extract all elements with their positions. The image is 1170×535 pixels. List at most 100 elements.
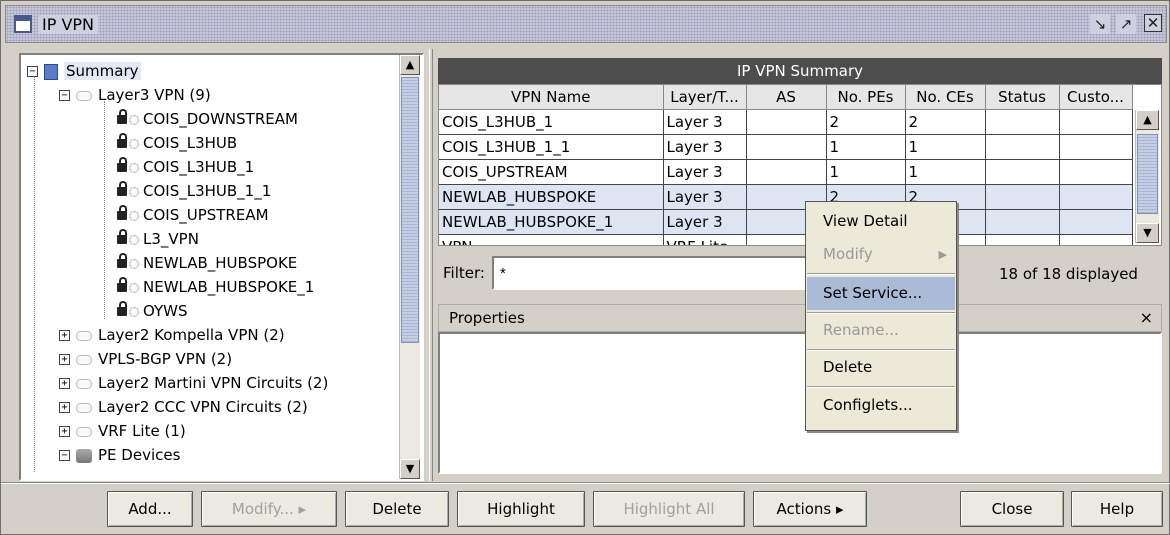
tree-item-vpn[interactable]: COIS_L3HUB_1_1	[117, 179, 271, 203]
tree-item-summary[interactable]: − Summary	[27, 59, 141, 83]
table-row[interactable]: COIS_UPSTREAM Layer 3 11	[439, 159, 1133, 185]
expand-icon[interactable]: +	[59, 330, 70, 341]
properties-header: Properties ×	[438, 304, 1162, 332]
tree-connector	[34, 77, 35, 472]
modify-button[interactable]: Modify... ▸	[201, 491, 337, 527]
tree-label: VPLS-BGP VPN (2)	[98, 350, 233, 368]
tree-label: COIS_UPSTREAM	[143, 206, 269, 224]
tree-item-vpls-bgp[interactable]: + VPLS-BGP VPN (2)	[59, 347, 232, 371]
close-button[interactable]: Close	[960, 491, 1064, 527]
vpn-cloud-icon	[129, 282, 139, 293]
expand-icon[interactable]: +	[59, 354, 70, 365]
tree-label: VRF Lite (1)	[98, 422, 186, 440]
collapse-icon[interactable]: −	[27, 66, 38, 77]
table-row[interactable]: VPNVRF Lite	[439, 234, 1133, 245]
column-header[interactable]: AS	[746, 85, 827, 110]
tree-scrollbar[interactable]: ▲ ▼	[399, 55, 420, 479]
tree-item-vpn[interactable]: OYWS	[117, 299, 188, 323]
context-menu: View Detail Modify ▶ Set Service... Rena…	[805, 201, 957, 431]
menu-item-set-service[interactable]: Set Service...	[807, 277, 955, 310]
menu-item-delete[interactable]: Delete	[807, 351, 955, 384]
menu-item-modify[interactable]: Modify ▶	[807, 238, 955, 271]
tree-item-layer2-ccc[interactable]: + Layer2 CCC VPN Circuits (2)	[59, 395, 308, 419]
vpn-table: VPN Name Layer/T... AS No. PEs No. CEs S…	[439, 85, 1133, 245]
column-header[interactable]: Custo...	[1059, 85, 1133, 110]
vpn-cloud-icon	[76, 378, 92, 389]
table-cell	[1059, 159, 1133, 185]
table-cell	[985, 184, 1060, 210]
scroll-up-icon[interactable]: ▲	[1136, 110, 1159, 130]
title-bar[interactable]: IP VPN ↘ ↗ ✕	[5, 5, 1167, 43]
filter-input[interactable]	[492, 256, 812, 290]
highlight-all-button[interactable]: Highlight All	[593, 491, 745, 527]
actions-button[interactable]: Actions ▸	[753, 491, 867, 527]
tree-item-vrf-lite[interactable]: + VRF Lite (1)	[59, 419, 186, 443]
menu-separator	[807, 273, 955, 275]
scroll-thumb[interactable]	[401, 77, 419, 343]
menu-item-rename[interactable]: Rename...	[807, 314, 955, 347]
scroll-down-icon[interactable]: ▼	[400, 459, 420, 479]
filter-label: Filter:	[443, 264, 485, 282]
highlight-button[interactable]: Highlight	[457, 491, 585, 527]
help-button[interactable]: Help	[1071, 491, 1163, 527]
delete-button[interactable]: Delete	[345, 491, 449, 527]
lock-icon	[117, 157, 127, 172]
close-icon[interactable]: ×	[1140, 305, 1153, 331]
summary-table[interactable]: VPN Name Layer/T... AS No. PEs No. CEs S…	[438, 84, 1162, 246]
tree-item-vpn[interactable]: COIS_L3HUB_1	[117, 155, 254, 179]
tree-item-vpn[interactable]: NEWLAB_HUBSPOKE_1	[117, 275, 314, 299]
tree-item-vpn[interactable]: COIS_DOWNSTREAM	[117, 107, 298, 131]
table-cell: 1	[826, 159, 906, 185]
table-cell: 1	[905, 134, 986, 160]
scroll-down-icon[interactable]: ▼	[1136, 223, 1159, 243]
tree-item-vpn[interactable]: L3_VPN	[117, 227, 199, 251]
table-cell	[746, 159, 827, 185]
add-button[interactable]: Add...	[107, 491, 193, 527]
tree-label: L3_VPN	[143, 230, 199, 248]
vpn-tree[interactable]: − Summary − Layer3 VPN (9) COIS_DOWNSTREAM…	[19, 53, 424, 481]
displayed-count: 18 of 18 displayed	[999, 265, 1138, 283]
scroll-thumb[interactable]	[1137, 134, 1158, 214]
scroll-up-icon[interactable]: ▲	[400, 55, 420, 75]
table-cell: 1	[905, 159, 986, 185]
tree-item-layer3-vpn[interactable]: − Layer3 VPN (9)	[59, 83, 211, 107]
menu-item-configlets[interactable]: Configlets...	[807, 389, 955, 422]
collapse-icon[interactable]: −	[59, 450, 70, 461]
expand-icon[interactable]: +	[59, 378, 70, 389]
tree-label: COIS_L3HUB_1	[143, 158, 255, 176]
table-row[interactable]: COIS_L3HUB_1_1 Layer 3 11	[439, 134, 1133, 160]
maximize-icon[interactable]: ↗	[1116, 14, 1136, 34]
close-icon[interactable]: ✕	[1144, 14, 1162, 32]
tree-item-vpn[interactable]: COIS_UPSTREAM	[117, 203, 269, 227]
tree-item-vpn[interactable]: COIS_L3HUB	[117, 131, 237, 155]
table-cell: COIS_L3HUB_1_1	[439, 134, 664, 160]
column-header[interactable]: Status	[985, 85, 1060, 110]
tree-item-vpn[interactable]: NEWLAB_HUBSPOKE	[117, 251, 297, 275]
table-row[interactable]: NEWLAB_HUBSPOKE Layer 322	[439, 184, 1133, 210]
expand-icon[interactable]: +	[59, 426, 70, 437]
vpn-cloud-icon	[129, 186, 139, 197]
table-row[interactable]: NEWLAB_HUBSPOKE_1 Layer 3	[439, 209, 1133, 235]
column-header[interactable]: No. PEs	[826, 85, 906, 110]
table-row[interactable]: COIS_L3HUB_1 Layer 3 22	[439, 109, 1133, 135]
restore-icon[interactable]: ↘	[1090, 14, 1110, 34]
tree-item-pe-devices[interactable]: − PE Devices	[59, 443, 180, 467]
vpn-cloud-icon	[76, 402, 92, 413]
tree-item-layer2-martini[interactable]: + Layer2 Martini VPN Circuits (2)	[59, 371, 328, 395]
lock-icon	[117, 205, 127, 220]
table-cell: NEWLAB_HUBSPOKE	[439, 184, 664, 210]
expand-icon[interactable]: +	[59, 402, 70, 413]
menu-item-view-detail[interactable]: View Detail	[807, 205, 955, 238]
column-header[interactable]: Layer/T...	[663, 85, 747, 110]
table-scrollbar[interactable]: ▲ ▼	[1135, 110, 1159, 243]
column-header[interactable]: VPN Name	[439, 85, 664, 110]
column-header[interactable]: No. CEs	[905, 85, 986, 110]
vpn-cloud-icon	[76, 426, 92, 437]
collapse-icon[interactable]: −	[59, 90, 70, 101]
lock-icon	[117, 229, 127, 244]
splitter[interactable]	[429, 49, 433, 481]
properties-body	[438, 332, 1162, 474]
tree-item-layer2-kompella[interactable]: + Layer2 Kompella VPN (2)	[59, 323, 285, 347]
table-cell: COIS_UPSTREAM	[439, 159, 664, 185]
table-cell: VPN	[439, 234, 664, 245]
